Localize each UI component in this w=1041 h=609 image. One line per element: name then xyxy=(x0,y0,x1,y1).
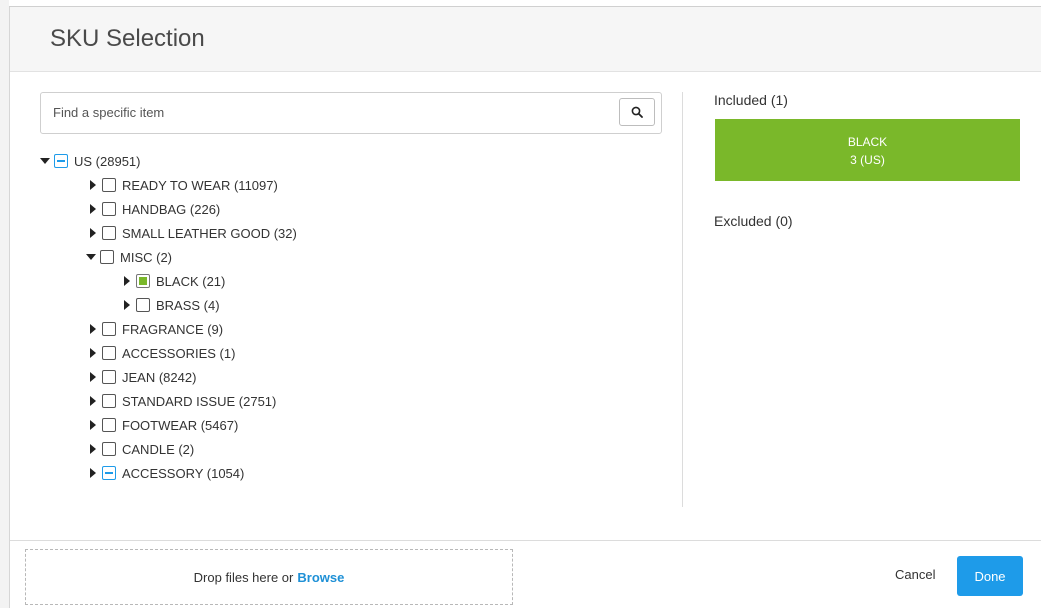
dialog-body: US (28951) READY TO WEAR (11097) HANDBAG… xyxy=(10,72,1041,540)
expand-icon[interactable] xyxy=(90,372,96,382)
tree-node-label: SMALL LEATHER GOOD (32) xyxy=(122,225,297,241)
checkbox-accessory[interactable] xyxy=(102,466,116,480)
tree-node-label: STANDARD ISSUE (2751) xyxy=(122,393,277,409)
tree-node-ready-to-wear[interactable]: READY TO WEAR (11097) xyxy=(88,174,278,196)
tree-node-label: FOOTWEAR (5467) xyxy=(122,417,239,433)
expand-icon[interactable] xyxy=(90,324,96,334)
expand-icon[interactable] xyxy=(90,444,96,454)
checkbox-ready-to-wear[interactable] xyxy=(102,178,116,192)
browse-link[interactable]: Browse xyxy=(297,570,344,585)
checkbox-candle[interactable] xyxy=(102,442,116,456)
tree-node-black[interactable]: BLACK (21) xyxy=(122,270,225,292)
done-button[interactable]: Done xyxy=(957,556,1023,596)
expand-icon[interactable] xyxy=(90,348,96,358)
checkbox-brass[interactable] xyxy=(136,298,150,312)
tree-node-brass[interactable]: BRASS (4) xyxy=(122,294,220,316)
background-window-top xyxy=(9,0,1041,7)
dialog-header: SKU Selection xyxy=(10,7,1041,72)
checkbox-standard-issue[interactable] xyxy=(102,394,116,408)
panel-divider xyxy=(682,92,683,507)
collapse-icon[interactable] xyxy=(40,158,50,164)
search-icon xyxy=(631,106,643,118)
cancel-button[interactable]: Cancel xyxy=(895,567,935,582)
expand-icon[interactable] xyxy=(90,420,96,430)
included-item-name: BLACK xyxy=(847,135,888,149)
included-item-card[interactable]: BLACK 3 (US) xyxy=(715,119,1020,181)
tree-node-label: CANDLE (2) xyxy=(122,441,195,457)
tree-node-label: ACCESSORIES (1) xyxy=(122,345,236,361)
file-dropzone[interactable]: Drop files here or Browse xyxy=(25,549,513,605)
expand-icon[interactable] xyxy=(90,228,96,238)
tree-node-label: MISC (2) xyxy=(120,249,172,265)
tree-node-label: ACCESSORY (1054) xyxy=(122,465,245,481)
tree-node-label: BLACK (21) xyxy=(156,273,226,289)
dialog-footer: Drop files here or Browse Cancel Done xyxy=(10,540,1041,609)
checkbox-handbag[interactable] xyxy=(102,202,116,216)
checkbox-black[interactable] xyxy=(136,274,150,288)
tree-node-fragrance[interactable]: FRAGRANCE (9) xyxy=(88,318,223,340)
expand-icon[interactable] xyxy=(90,204,96,214)
tree-node-label: FRAGRANCE (9) xyxy=(122,321,224,337)
checkbox-small-leather-good[interactable] xyxy=(102,226,116,240)
dropzone-text: Drop files here or xyxy=(193,569,294,585)
tree-node-misc[interactable]: MISC (2) xyxy=(86,246,172,268)
checkbox-footwear[interactable] xyxy=(102,418,116,432)
checkbox-us[interactable] xyxy=(54,154,68,168)
tree-node-handbag[interactable]: HANDBAG (226) xyxy=(88,198,220,220)
checkbox-fragrance[interactable] xyxy=(102,322,116,336)
tree-node-us[interactable]: US (28951) xyxy=(40,150,140,172)
included-heading: Included (1) xyxy=(714,92,788,108)
tree-node-label: BRASS (4) xyxy=(156,297,220,313)
tree-node-footwear[interactable]: FOOTWEAR (5467) xyxy=(88,414,238,436)
collapse-icon[interactable] xyxy=(86,254,96,260)
excluded-heading: Excluded (0) xyxy=(714,213,793,229)
checkbox-jean[interactable] xyxy=(102,370,116,384)
tree-node-accessory[interactable]: ACCESSORY (1054) xyxy=(88,462,244,484)
expand-icon[interactable] xyxy=(90,396,96,406)
expand-icon[interactable] xyxy=(124,300,130,310)
tree-node-candle[interactable]: CANDLE (2) xyxy=(88,438,194,460)
tree-node-label: JEAN (8242) xyxy=(122,369,197,385)
tree-node-small-leather-good[interactable]: SMALL LEATHER GOOD (32) xyxy=(88,222,297,244)
tree-node-label: US (28951) xyxy=(74,153,141,169)
checkbox-accessories[interactable] xyxy=(102,346,116,360)
background-window-edge xyxy=(0,0,10,608)
expand-icon[interactable] xyxy=(90,468,96,478)
checkbox-misc[interactable] xyxy=(100,250,114,264)
expand-icon[interactable] xyxy=(90,180,96,190)
search-input[interactable] xyxy=(41,93,625,131)
included-item-detail: 3 (US) xyxy=(850,153,885,167)
expand-icon[interactable] xyxy=(124,276,130,286)
search-box xyxy=(40,92,662,134)
tree-node-jean[interactable]: JEAN (8242) xyxy=(88,366,196,388)
tree-node-label: READY TO WEAR (11097) xyxy=(122,177,278,193)
tree-node-label: HANDBAG (226) xyxy=(122,201,221,217)
dialog-title: SKU Selection xyxy=(50,25,205,52)
search-button[interactable] xyxy=(619,98,655,126)
tree-node-accessories[interactable]: ACCESSORIES (1) xyxy=(88,342,235,364)
tree-node-standard-issue[interactable]: STANDARD ISSUE (2751) xyxy=(88,390,276,412)
